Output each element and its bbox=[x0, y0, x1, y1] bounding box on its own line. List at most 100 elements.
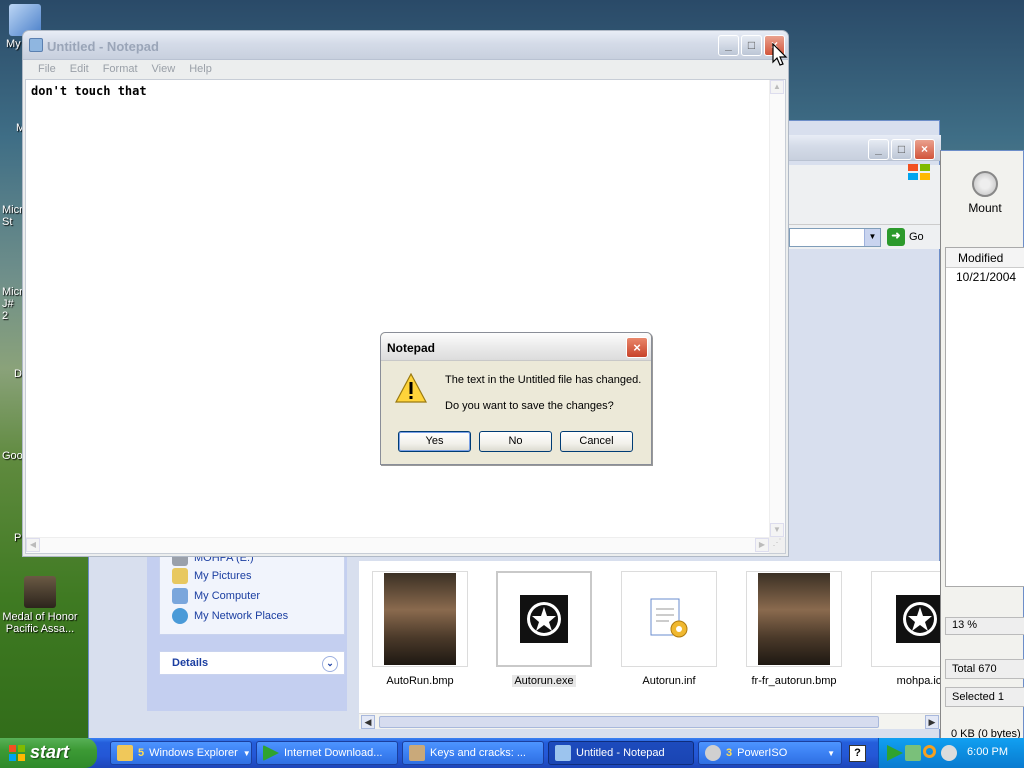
desktop-icon-label[interactable]: P bbox=[14, 532, 21, 544]
no-button[interactable]: No bbox=[479, 431, 552, 452]
go-label: Go bbox=[909, 231, 924, 243]
notepad-window[interactable]: Untitled - Notepad _ □ × File Edit Forma… bbox=[22, 30, 789, 557]
scroll-left-icon[interactable]: ◀ bbox=[26, 538, 40, 552]
task-item-my-computer[interactable]: My Computer bbox=[160, 586, 344, 606]
search-icon[interactable] bbox=[923, 745, 936, 758]
help-icon[interactable]: ? bbox=[849, 745, 866, 762]
scroll-down-icon[interactable]: ▼ bbox=[770, 523, 784, 537]
file-item[interactable]: AutoRun.bmp bbox=[365, 571, 475, 687]
taskbar-item-notepad[interactable]: Untitled - Notepad bbox=[548, 741, 694, 765]
taskbar-item-keys-and-cracks[interactable]: Keys and cracks: ... bbox=[402, 741, 544, 765]
mohpa-shortcut-icon bbox=[24, 576, 56, 608]
go-button[interactable]: ➜ Go bbox=[887, 228, 924, 246]
menu-view[interactable]: View bbox=[145, 60, 183, 79]
chevron-down-icon: ▼ bbox=[242, 748, 251, 758]
minimize-button[interactable]: _ bbox=[868, 139, 889, 160]
desktop-icon-label[interactable]: Micro St bbox=[2, 204, 29, 228]
mount-button[interactable]: Mount bbox=[957, 171, 1013, 215]
resize-grip-icon[interactable]: ⋰ bbox=[769, 537, 785, 553]
menu-file[interactable]: File bbox=[31, 60, 63, 79]
file-item[interactable]: Autorun.exe bbox=[489, 571, 599, 687]
dialog-message: The text in the Untitled file has change… bbox=[445, 374, 642, 386]
chevron-down-icon: ▼ bbox=[827, 748, 835, 758]
disc-icon[interactable] bbox=[941, 745, 957, 761]
notepad-titlebar[interactable]: Untitled - Notepad _ □ × bbox=[23, 31, 788, 60]
taskbar-item-poweriso[interactable]: 3 PowerISO ▼ bbox=[698, 741, 842, 765]
close-button[interactable]: × bbox=[914, 139, 935, 160]
desktop-icon-label: My bbox=[6, 38, 21, 50]
menu-edit[interactable]: Edit bbox=[63, 60, 96, 79]
text-editor[interactable]: don't touch that ▲ ▼ ◀ ▶ ⋰ bbox=[25, 79, 786, 554]
scroll-right-icon[interactable]: ▶ bbox=[755, 538, 769, 552]
disc-icon bbox=[705, 745, 721, 761]
disc-icon bbox=[972, 171, 998, 197]
settings-file-icon bbox=[621, 571, 717, 667]
dialog-question: Do you want to save the changes? bbox=[445, 400, 614, 412]
play-arrow-icon bbox=[263, 745, 279, 761]
notepad-icon bbox=[555, 745, 571, 761]
folder-icon bbox=[117, 745, 133, 761]
editor-content[interactable]: don't touch that bbox=[31, 84, 147, 98]
start-button[interactable]: start bbox=[0, 738, 97, 768]
menu-help[interactable]: Help bbox=[182, 60, 219, 79]
dialog-title: Notepad bbox=[387, 341, 435, 355]
menu-format[interactable]: Format bbox=[96, 60, 145, 79]
mohpa-cover-icon bbox=[372, 571, 468, 667]
scroll-up-icon[interactable]: ▲ bbox=[770, 80, 784, 94]
task-item-my-pictures[interactable]: My Pictures bbox=[160, 566, 344, 586]
address-bar: ▼ ➜ Go bbox=[789, 225, 941, 249]
status-selected: Selected 1 bbox=[945, 687, 1024, 707]
star-badge-icon bbox=[496, 571, 592, 667]
column-header-modified[interactable]: Modified bbox=[946, 248, 1024, 268]
taskbar-item-internet-download[interactable]: Internet Download... bbox=[256, 741, 398, 765]
maximize-button[interactable]: □ bbox=[891, 139, 912, 160]
horizontal-scrollbar[interactable]: ◀ ▶ bbox=[26, 537, 769, 553]
maximize-button[interactable]: □ bbox=[741, 35, 762, 56]
file-item[interactable]: Autorun.inf bbox=[614, 571, 724, 687]
menu-bar: File Edit Format View Help bbox=[25, 60, 786, 79]
desktop-icon-label[interactable]: D bbox=[14, 368, 22, 380]
network-icon[interactable] bbox=[905, 745, 921, 761]
mohpa-cover-icon bbox=[746, 571, 842, 667]
taskbar: start 5 Windows Explorer ▼ Internet Down… bbox=[0, 738, 1024, 768]
windows-logo-icon bbox=[908, 164, 930, 180]
minimize-button[interactable]: _ bbox=[718, 35, 739, 56]
status-total: Total 670 bbox=[945, 659, 1024, 679]
poweriso-window[interactable]: Mount Modified 10/21/2004 13 % Total 670… bbox=[940, 150, 1024, 748]
desktop-icon-label[interactable]: Goo bbox=[2, 450, 23, 462]
address-input[interactable]: ▼ bbox=[789, 228, 881, 247]
folder-icon bbox=[172, 568, 188, 584]
chevron-down-icon[interactable]: ▼ bbox=[864, 229, 880, 246]
warning-icon bbox=[395, 373, 427, 403]
computer-icon bbox=[172, 588, 188, 604]
windows-flag-icon bbox=[9, 745, 25, 761]
desktop-icon-label[interactable]: Micro J# 2 bbox=[2, 286, 29, 322]
scroll-thumb[interactable] bbox=[379, 716, 879, 728]
details-header[interactable]: Details ⌄ bbox=[159, 651, 345, 675]
close-button[interactable]: × bbox=[626, 337, 648, 358]
scroll-left-icon[interactable]: ◀ bbox=[361, 715, 375, 729]
go-arrow-icon: ➜ bbox=[887, 228, 905, 246]
clock[interactable]: 6:00 PM bbox=[967, 746, 1008, 758]
explorer-titlebar[interactable]: _ □ × bbox=[789, 135, 941, 161]
save-changes-dialog[interactable]: Notepad × The text in the Untitled file … bbox=[380, 332, 652, 465]
task-item-my-network-places[interactable]: My Network Places bbox=[160, 606, 344, 626]
status-pct: 13 % bbox=[945, 617, 1024, 635]
desktop-icon-mohpa[interactable]: Medal of Honor Pacific Assa... bbox=[0, 576, 80, 635]
table-cell[interactable]: 10/21/2004 bbox=[946, 268, 1024, 284]
yes-button[interactable]: Yes bbox=[398, 431, 471, 452]
dialog-titlebar[interactable]: Notepad × bbox=[381, 333, 651, 361]
taskbar-item-windows-explorer[interactable]: 5 Windows Explorer ▼ bbox=[110, 741, 252, 765]
system-tray: 6:00 PM bbox=[878, 738, 1024, 768]
notepad-icon bbox=[29, 38, 43, 52]
file-item[interactable]: fr-fr_autorun.bmp bbox=[739, 571, 849, 687]
browser-icon bbox=[409, 745, 425, 761]
cancel-button[interactable]: Cancel bbox=[560, 431, 633, 452]
file-list: AutoRun.bmp Autorun.exe Autorun.inf fr-f… bbox=[359, 561, 967, 713]
play-arrow-icon[interactable] bbox=[887, 745, 903, 761]
horizontal-scrollbar[interactable]: ◀ ▶ bbox=[359, 713, 941, 729]
other-places-box: MOHPA (E:) My Pictures My Computer My Ne… bbox=[159, 550, 345, 635]
scroll-right-icon[interactable]: ▶ bbox=[925, 715, 939, 729]
vertical-scrollbar[interactable]: ▲ ▼ bbox=[769, 80, 785, 537]
chevron-double-down-icon[interactable]: ⌄ bbox=[322, 656, 338, 672]
